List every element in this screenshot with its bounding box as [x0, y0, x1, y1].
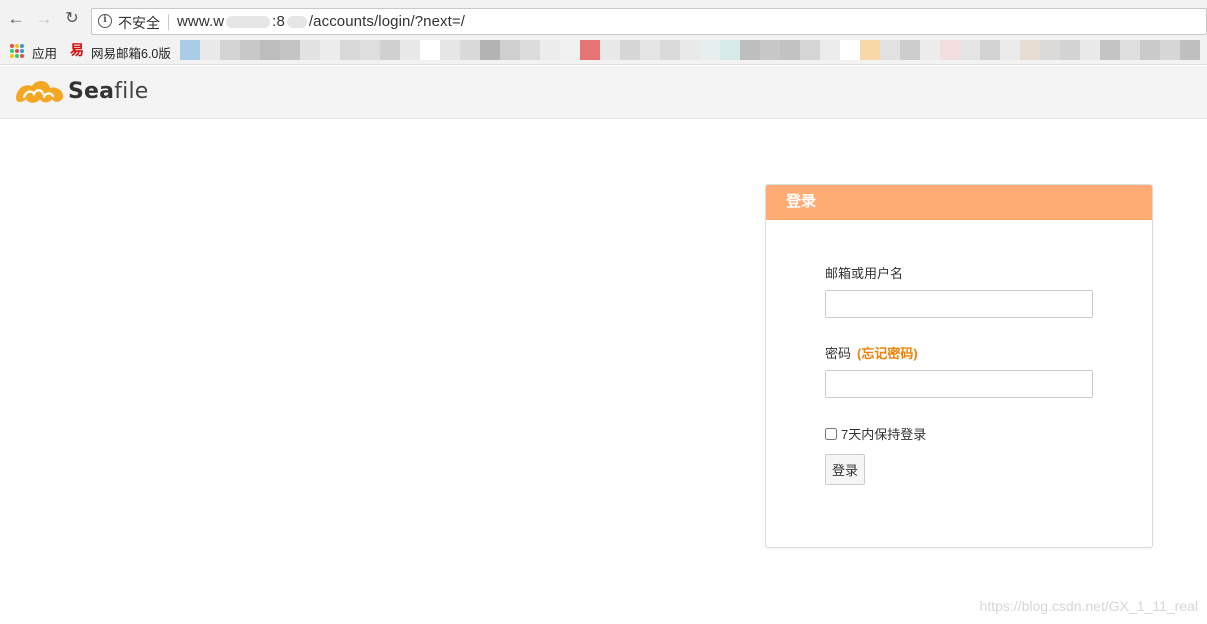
apps-grid-icon[interactable] — [10, 44, 24, 58]
bookmark-apps[interactable]: 应用 — [32, 43, 57, 62]
address-bar[interactable]: i 不安全 www.w :8/accounts/login/?next=/ — [91, 8, 1207, 35]
omnibox-divider — [168, 14, 169, 30]
seafile-wave-icon — [16, 80, 64, 103]
username-input[interactable] — [825, 290, 1093, 318]
logo-text: Seafile — [68, 79, 149, 104]
browser-toolbar: ← → ↻ i 不安全 www.w :8/accounts/login/?next… — [0, 0, 1207, 38]
watermark: https://blog.csdn.net/GX_1_11_real — [979, 598, 1198, 614]
remember-me-checkbox[interactable] — [825, 427, 837, 440]
app-header: Seafile — [0, 66, 1207, 119]
back-arrow-icon[interactable]: ← — [6, 9, 26, 29]
security-status[interactable]: 不安全 — [118, 13, 160, 33]
remember-me-label: 7天内保持登录 — [841, 427, 927, 442]
forgot-password-link[interactable]: (忘记密码) — [857, 346, 918, 361]
bookmarks-bar: 应用 易 网易邮箱6.0版 — [0, 38, 1207, 65]
netease-mail-icon: 易 — [70, 42, 84, 58]
logo-text-regular: file — [114, 79, 149, 104]
url-text[interactable]: www.w :8/accounts/login/?next=/ — [177, 13, 465, 30]
remember-me-row[interactable]: 7天内保持登录 — [825, 424, 926, 443]
login-panel: 登录 邮箱或用户名 密码 (忘记密码) 7天内保持登录 登录 — [765, 184, 1153, 548]
login-panel-title: 登录 — [766, 185, 1152, 220]
password-input[interactable] — [825, 370, 1093, 398]
bookmark-netease-mail[interactable]: 网易邮箱6.0版 — [91, 43, 171, 62]
login-button[interactable]: 登录 — [825, 454, 865, 485]
url-port: :8 — [272, 13, 285, 30]
logo-text-bold: Sea — [68, 79, 115, 104]
reload-icon[interactable]: ↻ — [62, 9, 82, 29]
password-label-row: 密码 (忘记密码) — [825, 343, 918, 362]
url-redaction — [226, 16, 271, 29]
password-label: 密码 — [825, 346, 852, 361]
forward-arrow-icon[interactable]: → — [34, 9, 54, 29]
redacted-bookmarks — [180, 40, 1207, 60]
url-path: /accounts/login/?next=/ — [308, 13, 466, 30]
info-icon[interactable]: i — [98, 14, 112, 28]
url-redaction — [286, 16, 307, 29]
username-label: 邮箱或用户名 — [825, 266, 904, 281]
url-prefix: www.w — [177, 13, 225, 30]
